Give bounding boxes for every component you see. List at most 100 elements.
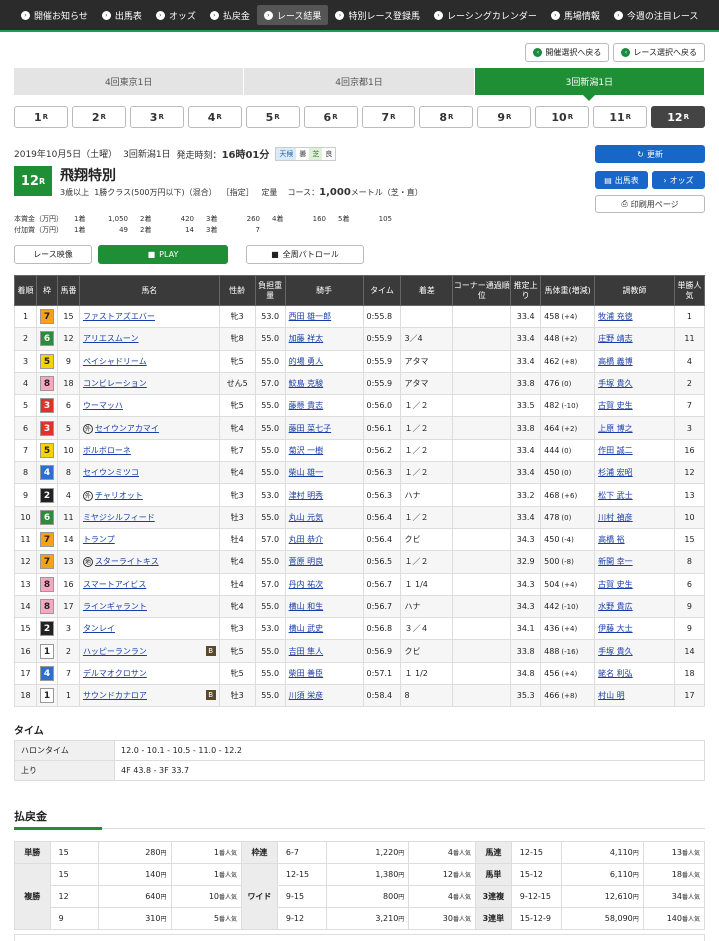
column-header: 馬名	[78, 275, 220, 306]
trainer-link[interactable]: 作田 誠二	[598, 446, 633, 455]
trainer-link[interactable]: 上原 博之	[598, 424, 633, 433]
jockey-link[interactable]: 柴山 雄一	[289, 468, 324, 477]
trainer-link[interactable]: 新開 幸一	[598, 557, 633, 566]
section-underline	[14, 827, 705, 830]
margin-cell: １／２	[400, 394, 454, 418]
prize-row-label: 付加賞（万円）	[14, 226, 63, 234]
jockey-link[interactable]: 鮫島 克駿	[289, 379, 324, 388]
race-tab-7[interactable]: 7R	[361, 106, 416, 128]
jockey-link[interactable]: 藤田 菜七子	[289, 424, 332, 433]
race-tab-3[interactable]: 3R	[129, 106, 184, 128]
horse-name-link[interactable]: ファストアズエバー	[83, 312, 155, 321]
jockey-link[interactable]: 津村 明秀	[289, 491, 324, 500]
horse-name-link[interactable]: セイウンアカマイ	[95, 424, 159, 433]
race-tab-10[interactable]: 10 R	[535, 106, 590, 128]
jockey-link[interactable]: 丹内 祐次	[289, 580, 324, 589]
trainer-link[interactable]: 古賀 史生	[598, 401, 633, 410]
trainer-link[interactable]: 手塚 貴久	[598, 379, 633, 388]
trainer-link[interactable]: 牧浦 充徳	[598, 312, 633, 321]
race-tab-6[interactable]: 6R	[303, 106, 358, 128]
trainer-link[interactable]: 庄野 靖志	[598, 334, 633, 343]
venue-tab[interactable]: 3回新潟1日	[474, 68, 705, 101]
trainer-link[interactable]: 高橋 義博	[598, 357, 633, 366]
nav-item[interactable]: › 払戻金	[203, 5, 257, 25]
trainer-link[interactable]: 水野 貴広	[598, 602, 633, 611]
nav-item[interactable]: › レーシングカレンダー	[427, 5, 544, 25]
nav-item[interactable]: › 出馬表	[95, 5, 149, 25]
race-tab-12[interactable]: 12 R	[651, 106, 706, 128]
jockey-link[interactable]: 横山 武史	[289, 624, 324, 633]
payout-combo: 9-12-15	[510, 885, 562, 908]
trainer-link[interactable]: 伊藤 大士	[598, 624, 633, 633]
trainer-link[interactable]: 杉浦 宏昭	[598, 468, 633, 477]
race-tab-2[interactable]: 2R	[71, 106, 126, 128]
horse-name-link[interactable]: ボルボローネ	[83, 446, 131, 455]
nav-item[interactable]: › 今週の注目レース	[607, 5, 706, 25]
body-weight-cell: 442 (-10)	[540, 594, 596, 619]
race-tab-4[interactable]: 4R	[187, 106, 242, 128]
horse-name-link[interactable]: チャリオット	[95, 491, 143, 500]
jockey-link[interactable]: 丸山 元気	[289, 513, 324, 522]
trainer-link[interactable]: 村山 明	[598, 691, 625, 700]
jockey-link[interactable]: 柴田 善臣	[289, 669, 324, 678]
horse-name-link[interactable]: コンビレーション	[83, 379, 147, 388]
nav-item[interactable]: › レース結果	[256, 5, 329, 25]
horse-name-link[interactable]: スマートアイビス	[83, 580, 146, 589]
jockey-link[interactable]: 吉田 隼人	[289, 647, 324, 656]
jockey-link[interactable]: 的場 勇人	[289, 357, 324, 366]
venue-back-button[interactable]: ‹ 開催選択へ戻る	[525, 43, 610, 62]
entries-button[interactable]: ▤ 出馬表	[595, 171, 648, 189]
jockey-link[interactable]: 横山 和生	[289, 602, 324, 611]
jockey-link[interactable]: 菅原 明良	[289, 557, 324, 566]
trainer-link[interactable]: 蛯名 利弘	[598, 669, 633, 678]
race-tab-1[interactable]: 1R	[14, 106, 68, 128]
print-button[interactable]: ⎙ 印刷用ページ	[595, 195, 705, 213]
sex-age-cell: 牡4	[218, 527, 256, 552]
margin-cell: 8	[400, 684, 454, 708]
race-tab-11[interactable]: 11 R	[593, 106, 648, 128]
trainer-link[interactable]: 高橋 裕	[598, 535, 625, 544]
jockey-cell: 丹内 祐次	[284, 572, 364, 596]
odds-button[interactable]: › オッズ	[652, 171, 705, 189]
horse-name-link[interactable]: タンレイ	[83, 624, 115, 633]
horse-name-link[interactable]: トランプ	[83, 535, 115, 544]
horse-name-link[interactable]: ハッピーランラン	[83, 647, 147, 656]
venue-tab[interactable]: 4回東京1日	[14, 68, 245, 95]
body-weight-change: (+4)	[561, 580, 578, 589]
trainer-link[interactable]: 松下 武士	[598, 491, 633, 500]
yen-unit: 円	[160, 850, 167, 857]
race-back-button[interactable]: ‹ レース選択へ戻る	[613, 43, 705, 62]
margin-cell: １／２	[400, 416, 454, 440]
patrol-button[interactable]: ■ 全周パトロール	[246, 245, 364, 264]
payout-amount: 3,210円	[326, 907, 410, 930]
jockey-link[interactable]: 藤懸 貴志	[289, 401, 324, 410]
jockey-link[interactable]: 加藤 祥太	[289, 334, 324, 343]
popularity-cell: 6	[673, 572, 706, 596]
horse-name-link[interactable]: サウンドカナロア	[83, 691, 147, 700]
race-tab-9[interactable]: 9R	[477, 106, 532, 128]
jockey-link[interactable]: 西田 雄一郎	[289, 312, 332, 321]
trainer-link[interactable]: 古賀 史生	[598, 580, 633, 589]
horse-name-link[interactable]: ペイシャドリーム	[83, 357, 147, 366]
race-tab-5[interactable]: 5R	[245, 106, 300, 128]
horse-name-link[interactable]: ウーマッハ	[83, 401, 123, 410]
horse-name-link[interactable]: スターライトキス	[95, 557, 159, 566]
horse-name-link[interactable]: セイウンミツコ	[83, 468, 139, 477]
play-button[interactable]: ■ PLAY	[98, 245, 228, 264]
horse-name-link[interactable]: アリエスムーン	[83, 334, 139, 343]
nav-item[interactable]: › 開催お知らせ	[14, 5, 95, 25]
nav-item[interactable]: › 馬場情報	[544, 5, 607, 25]
race-tab-8[interactable]: 8R	[419, 106, 474, 128]
jockey-link[interactable]: 丸田 恭介	[289, 535, 324, 544]
horse-name-link[interactable]: デルマオクロサン	[83, 669, 147, 678]
jockey-link[interactable]: 菊沢 一樹	[289, 446, 324, 455]
trainer-link[interactable]: 手塚 貴久	[598, 647, 633, 656]
jockey-link[interactable]: 川須 栄彦	[289, 691, 324, 700]
horse-name-link[interactable]: ミヤジシルフィード	[83, 513, 155, 522]
venue-tab[interactable]: 4回京都1日	[244, 68, 475, 95]
nav-item[interactable]: › 特別レース登録馬	[328, 5, 427, 25]
trainer-link[interactable]: 川村 禎彦	[598, 513, 633, 522]
horse-name-link[interactable]: ラインギャラント	[83, 602, 147, 611]
nav-item[interactable]: › オッズ	[149, 5, 203, 25]
refresh-button[interactable]: ↻ 更新	[595, 145, 705, 163]
